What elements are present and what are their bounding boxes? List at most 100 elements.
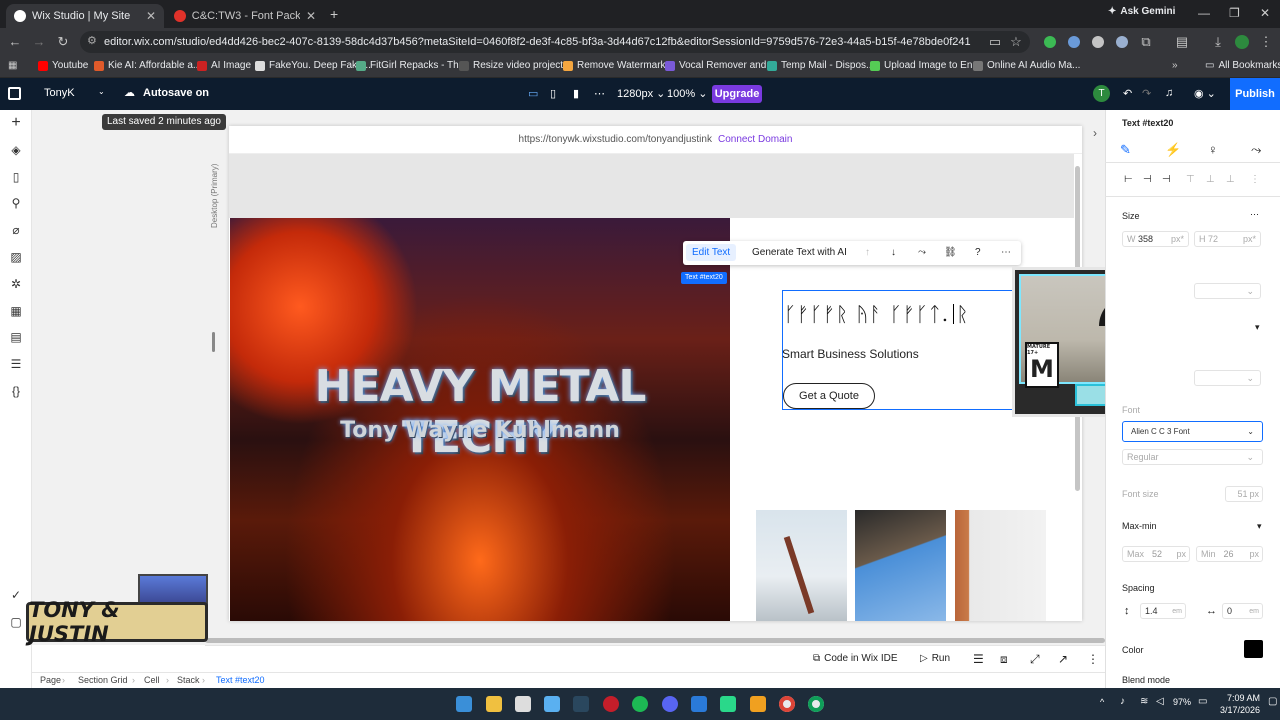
connect-tab-icon[interactable]: ⤳ — [1251, 142, 1261, 158]
extension-icon[interactable] — [1068, 36, 1080, 48]
notifications-bell-icon[interactable]: ♫ — [1165, 87, 1173, 99]
design-icon[interactable]: ⌀ — [8, 222, 24, 238]
section-expand-icon[interactable]: ▾ — [1255, 322, 1260, 333]
height-input[interactable]: H 72 px* — [1194, 231, 1261, 247]
breadcrumb-current[interactable]: Text #text20 — [216, 675, 265, 685]
layers-icon[interactable]: ◈ — [8, 142, 24, 158]
align-right-icon[interactable]: ⊣ — [1162, 174, 1171, 185]
font-weight-select[interactable]: Regular ⌄ — [1122, 449, 1263, 465]
app-icon[interactable] — [544, 696, 560, 712]
bookmark-star-icon[interactable]: ☆ — [1008, 34, 1024, 50]
size-more-icon[interactable]: ⋯ — [1250, 209, 1259, 220]
breadcrumb-cell[interactable]: Cell — [144, 675, 160, 685]
link-icon[interactable]: ⛓ — [944, 247, 957, 258]
new-tab-icon[interactable]: + — [330, 6, 338, 22]
bookmark-item[interactable]: FitGirl Repacks - Th... — [356, 60, 467, 71]
breadcrumb-stack[interactable]: Stack — [177, 675, 200, 685]
bookmark-item[interactable]: Temp Mail - Dispos... — [767, 60, 874, 71]
gallery-image-bridge[interactable] — [855, 510, 946, 621]
app-icon[interactable] — [720, 696, 736, 712]
tray-chevron-icon[interactable]: ^ — [1100, 697, 1104, 707]
interactions-tab-icon[interactable]: ⚡ — [1165, 142, 1181, 158]
app-icon[interactable] — [750, 696, 766, 712]
align-top-icon[interactable]: ⊤ — [1186, 174, 1195, 185]
bookmark-item[interactable]: Youtube — [38, 60, 88, 71]
user-avatar[interactable]: T — [1093, 85, 1110, 102]
font-select[interactable]: Alien C C 3 Font ⌄ — [1122, 421, 1263, 442]
file-explorer-icon[interactable] — [486, 696, 502, 712]
more-options-icon[interactable]: ⋮ — [1087, 652, 1099, 666]
breakpoint-width[interactable]: 1280px ⌄ — [617, 87, 665, 100]
breadcrumb-page[interactable]: Page — [40, 675, 61, 685]
selected-element-tag[interactable]: Text #text20 — [681, 272, 727, 284]
undo-icon[interactable]: ↶ — [1123, 87, 1132, 100]
wix-studio-logo-icon[interactable] — [8, 87, 21, 100]
caret-down-icon[interactable]: ▾ — [1257, 521, 1262, 532]
bookmark-item[interactable]: Vocal Remover and... — [665, 60, 775, 71]
apps-icon[interactable]: ✲ — [8, 276, 24, 292]
profile-avatar[interactable] — [1235, 35, 1249, 49]
max-size-input[interactable]: Max 52 px — [1122, 546, 1190, 562]
align-center-icon[interactable]: ⊣ — [1143, 174, 1152, 185]
upgrade-button[interactable]: Upgrade — [712, 85, 762, 103]
canvas-horizontal-scrollbar[interactable] — [205, 638, 1105, 643]
align-left-icon[interactable]: ⊢ — [1124, 174, 1133, 185]
redo-icon[interactable]: ↷ — [1142, 87, 1151, 100]
alien-font-text[interactable]: ᚴᚠᚴᚠᚱ ᚤᚨ ᚴᚠᚴᛏ. ᚱ — [784, 302, 969, 326]
all-bookmarks-button[interactable]: ▭ All Bookmarks — [1205, 60, 1280, 71]
tablet-breakpoint-icon[interactable]: ▯ — [550, 87, 556, 100]
bookmark-item[interactable]: Kie AI: Affordable a... — [94, 60, 201, 71]
bookmark-item[interactable]: Resize video project... — [459, 60, 571, 71]
chrome-icon[interactable] — [779, 696, 795, 712]
spotify-icon[interactable] — [632, 696, 648, 712]
sections-icon[interactable]: ▦ — [8, 303, 24, 319]
more-breakpoints-icon[interactable]: ⋯ — [594, 87, 605, 100]
help-icon[interactable]: ? — [975, 247, 981, 258]
table-icon[interactable]: ☰ — [8, 356, 24, 372]
minimize-icon[interactable]: — — [1198, 6, 1210, 20]
windows-start-icon[interactable] — [456, 696, 472, 712]
install-icon[interactable]: ▭ — [987, 34, 1003, 50]
back-icon[interactable]: ← — [7, 34, 23, 49]
font-size-input[interactable]: 51 px — [1225, 486, 1263, 502]
close-tab-icon[interactable]: ✕ — [146, 9, 156, 23]
cms-icon[interactable]: ▤ — [8, 329, 24, 345]
more-options-icon[interactable]: ⋯ — [1001, 247, 1011, 258]
battery-indicator[interactable]: 97% — [1173, 697, 1191, 707]
maximize-icon[interactable]: ❐ — [1229, 6, 1240, 20]
design-tab-icon[interactable]: ✎ — [1120, 142, 1131, 158]
url-input[interactable]: ⚙ editor.wix.com/studio/ed4dd426-bec2-40… — [80, 31, 1030, 53]
extension-icon[interactable] — [1044, 36, 1056, 48]
mobile-breakpoint-icon[interactable]: ▮ — [573, 87, 579, 100]
mic-icon[interactable]: ♪ — [1120, 696, 1125, 707]
screenshot-icon[interactable]: ⧈ — [1000, 652, 1008, 667]
notification-icon[interactable]: ▢ — [1268, 696, 1277, 707]
align-bottom-icon[interactable]: ⊥ — [1226, 174, 1235, 185]
code-braces-icon[interactable]: {} — [8, 383, 24, 399]
chevron-down-icon[interactable]: ⌄ — [98, 87, 105, 96]
business-heading[interactable]: Smart Business Solutions — [782, 347, 919, 361]
store-icon[interactable] — [515, 696, 531, 712]
extension-icon[interactable] — [1116, 36, 1128, 48]
bookmark-item[interactable]: Remove Watermark... — [563, 60, 674, 71]
extensions-puzzle-icon[interactable]: ⧉ — [1138, 34, 1154, 50]
menu-dots-icon[interactable]: ⋮ — [1258, 34, 1274, 50]
connect-icon[interactable]: ⤳ — [918, 247, 926, 258]
breadcrumb-section-grid[interactable]: Section Grid — [78, 675, 128, 685]
ai-tab-icon[interactable]: ♀ — [1208, 142, 1218, 157]
hero-image[interactable]: HEAVY METAL TECHY Tony Wayne Kuhlmann — [230, 218, 730, 621]
code-in-ide-button[interactable]: ⧉ Code in Wix IDE — [813, 653, 898, 664]
site-info-icon[interactable]: ⚙ — [87, 34, 97, 47]
pages-icon[interactable]: ▯ — [8, 169, 24, 185]
discord-icon[interactable] — [662, 696, 678, 712]
resize-handle[interactable] — [212, 332, 215, 352]
app-icon[interactable] — [691, 696, 707, 712]
collapsed-select[interactable]: ⌄ — [1194, 283, 1261, 299]
autosave-label[interactable]: Autosave on — [143, 87, 209, 99]
bookmark-item[interactable]: AI Image — [197, 60, 251, 71]
bookmark-item[interactable]: Upload Image to En... — [870, 60, 981, 71]
download-icon[interactable]: ⤓ — [1210, 34, 1226, 50]
run-button[interactable]: ▷ Run — [920, 653, 950, 664]
add-elements-icon[interactable]: + — [8, 115, 24, 131]
steam-icon[interactable] — [573, 696, 589, 712]
